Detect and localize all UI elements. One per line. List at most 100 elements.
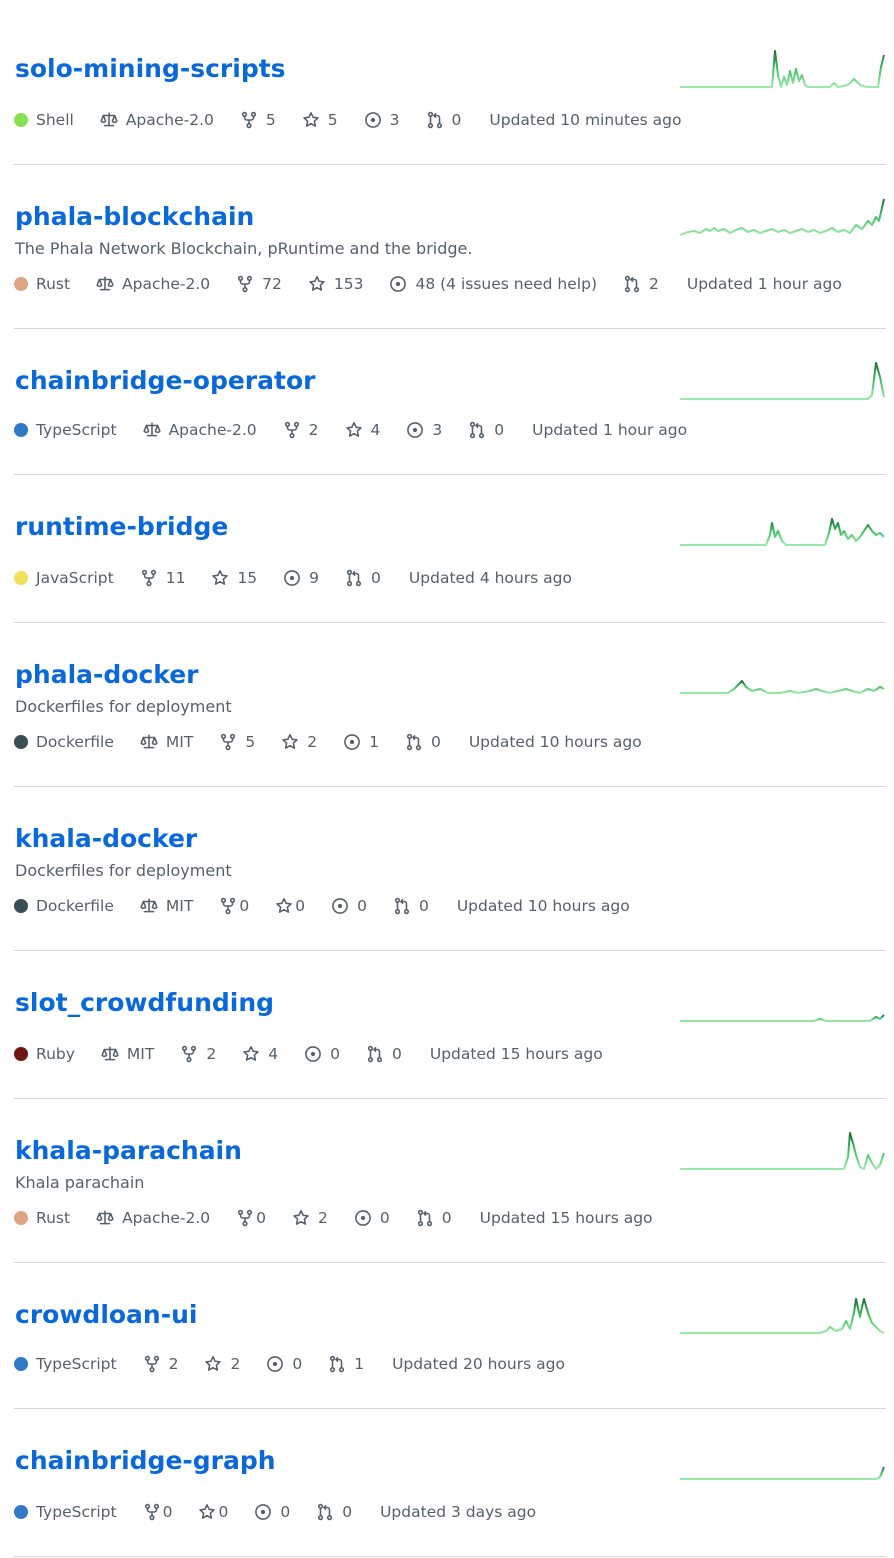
repo-pull-requests[interactable]: 0 (316, 1502, 352, 1522)
repo-name-link[interactable]: solo-mining-scripts (15, 54, 286, 84)
repo-issues[interactable]: 9 (283, 568, 319, 588)
repo-license-count: Apache-2.0 (125, 111, 214, 129)
repo-name-link[interactable]: phala-docker (15, 660, 199, 690)
sparkline-line (680, 1014, 885, 1022)
repo-issues[interactable]: 0 (266, 1354, 302, 1374)
repo-pull-requests[interactable]: 0 (426, 110, 462, 130)
repo-forks[interactable]: 2 (180, 1044, 216, 1064)
issue-icon (389, 275, 407, 293)
language-label: Shell (36, 111, 74, 129)
fork-icon (143, 1503, 161, 1521)
fork-icon (240, 111, 258, 129)
repo-name-link[interactable]: chainbridge-operator (15, 366, 315, 396)
repo-stars[interactable]: 0 (275, 896, 305, 916)
repo-name-link[interactable]: khala-docker (15, 824, 197, 854)
repo-name-link[interactable]: khala-parachain (15, 1136, 242, 1166)
repo-pull-requests[interactable]: 0 (345, 568, 381, 588)
star-icon (308, 275, 326, 293)
issue-icon (343, 733, 361, 751)
sparkline-line (680, 1298, 885, 1334)
activity-sparkline (680, 1132, 885, 1170)
repo-description: The Phala Network Blockchain, pRuntime a… (15, 239, 473, 258)
repo-pull-requests[interactable]: 0 (366, 1044, 402, 1064)
repo-stars[interactable]: 153 (308, 274, 364, 294)
repo-issues[interactable]: 0 (331, 896, 367, 916)
repo-issues[interactable]: 48 (4 issues need help) (389, 274, 597, 294)
repo-pull-requests[interactable]: 0 (393, 896, 429, 916)
activity-sparkline (680, 198, 885, 236)
repo-language: TypeScript (14, 1354, 117, 1374)
repo-issues[interactable]: 3 (406, 420, 442, 440)
language-color-dot (14, 899, 28, 913)
repo-forks-count: 2 (168, 1355, 179, 1373)
pull-request-icon (623, 275, 641, 293)
repo-issues[interactable]: 1 (343, 732, 379, 752)
repo-forks-count: 2 (308, 421, 319, 439)
repo-forks[interactable]: 5 (240, 110, 276, 130)
repo-issues[interactable]: 0 (304, 1044, 340, 1064)
language-color-dot (14, 571, 28, 585)
repo-issues-count: 3 (389, 111, 400, 129)
repo-pull-requests-count: 0 (451, 111, 462, 129)
repo-stars[interactable]: 2 (204, 1354, 240, 1374)
repo-stars[interactable]: 2 (281, 732, 317, 752)
repo-name-link[interactable]: slot_crowdfunding (15, 988, 274, 1018)
repo-stars[interactable]: 4 (242, 1044, 278, 1064)
star-icon (211, 569, 229, 587)
repo-license: MIT (140, 732, 193, 752)
repo-name-link[interactable]: crowdloan-ui (15, 1300, 197, 1330)
fork-icon (219, 733, 237, 751)
activity-sparkline (680, 518, 885, 546)
repo-stars[interactable]: 0 (198, 1502, 228, 1522)
repo-license: Apache-2.0 (96, 1208, 210, 1228)
repo-pull-requests[interactable]: 2 (623, 274, 659, 294)
repo-forks[interactable]: 5 (219, 732, 255, 752)
repo-forks[interactable]: 0 (143, 1502, 172, 1522)
repo-name-link[interactable]: runtime-bridge (15, 512, 228, 542)
repo-issues-count: 0 (379, 1209, 390, 1227)
repo-updated-time: Updated 15 hours ago (479, 1209, 653, 1227)
repo-meta: JavaScript 11 15 9 0 Updated 4 hours ago (14, 568, 572, 588)
repo-stars-count: 5 (327, 111, 338, 129)
repo-forks[interactable]: 2 (143, 1354, 179, 1374)
repo-language: JavaScript (14, 568, 114, 588)
repo-forks[interactable]: 0 (219, 896, 249, 916)
repo-stars[interactable]: 15 (211, 568, 257, 588)
repo-stars[interactable]: 2 (292, 1208, 328, 1228)
issue-icon (266, 1355, 284, 1373)
repo-pull-requests[interactable]: 0 (468, 420, 504, 440)
repo-name-link[interactable]: phala-blockchain (15, 202, 254, 232)
repo-forks[interactable]: 72 (236, 274, 282, 294)
repo-stars-count: 153 (333, 275, 364, 293)
repo-language: Ruby (14, 1044, 75, 1064)
repo-issues[interactable]: 3 (364, 110, 400, 130)
star-icon (198, 1503, 216, 1521)
activity-sparkline (680, 1014, 885, 1022)
law-icon (142, 421, 161, 439)
repo-pull-requests[interactable]: 0 (405, 732, 441, 752)
repo-name-link[interactable]: chainbridge-graph (15, 1446, 276, 1476)
repo-stars[interactable]: 5 (302, 110, 338, 130)
repo-divider (14, 950, 886, 951)
star-icon (302, 111, 320, 129)
repo-issues-count: 0 (330, 1045, 340, 1063)
repo-forks[interactable]: 11 (140, 568, 185, 588)
language-label: JavaScript (36, 569, 114, 587)
repo-language: TypeScript (14, 420, 117, 440)
repo-issues[interactable]: 0 (354, 1208, 390, 1228)
repo-stars[interactable]: 4 (345, 420, 380, 440)
repo-pull-requests[interactable]: 1 (328, 1354, 364, 1374)
sparkline-line (680, 518, 885, 546)
repo-license-count: MIT (165, 733, 194, 751)
issue-icon (304, 1045, 322, 1063)
repo-meta: Dockerfile MIT 0 0 0 0 Updated 10 hours ago (14, 896, 630, 916)
repo-pull-requests[interactable]: 0 (416, 1208, 452, 1228)
star-icon (275, 897, 293, 915)
repo-forks[interactable]: 2 (283, 420, 319, 440)
repo-description: Khala parachain (15, 1173, 145, 1192)
repo-issues[interactable]: 0 (254, 1502, 290, 1522)
repo-license: Apache-2.0 (142, 420, 257, 440)
fork-icon (236, 1209, 254, 1227)
repo-forks[interactable]: 0 (236, 1208, 266, 1228)
fork-icon (219, 897, 237, 915)
